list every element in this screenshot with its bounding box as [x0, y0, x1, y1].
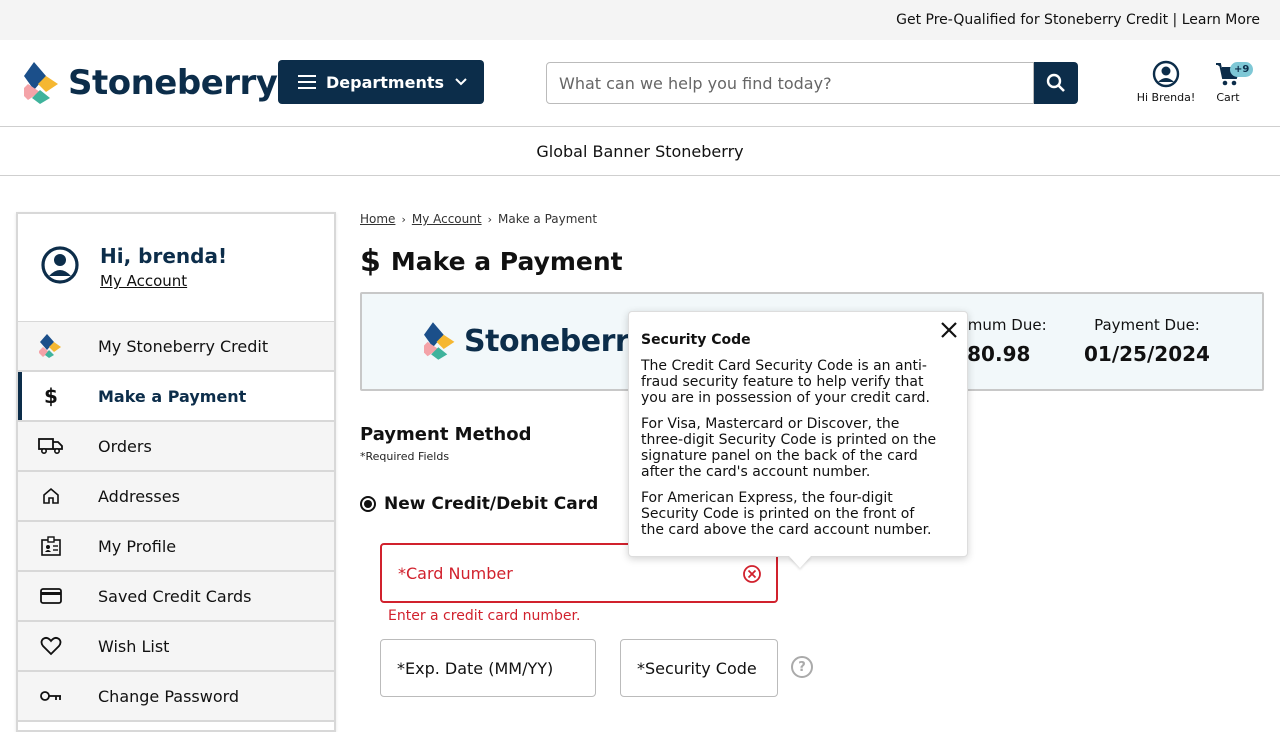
account-sidebar: Hi, brenda! My Account My Stoneberry Cre…	[16, 212, 336, 732]
dollar-icon: $	[44, 384, 58, 408]
cart-label: Cart	[1216, 91, 1240, 104]
site-header: Stoneberry Departments Hi Brenda! +9 Car…	[0, 40, 1280, 127]
menu-icon	[298, 75, 316, 89]
radio-selected-icon[interactable]	[360, 496, 376, 512]
greeting-panel: Hi, brenda! My Account	[18, 214, 334, 322]
my-account-link[interactable]: My Account	[100, 272, 187, 290]
payment-due: Payment Due: 01/25/2024	[1084, 316, 1210, 366]
promo-bar: Get Pre-Qualified for Stoneberry Credit …	[0, 0, 1280, 40]
dollar-icon: $	[360, 244, 381, 279]
sidebar-item-addresses[interactable]: Addresses	[18, 472, 334, 522]
chevron-down-icon	[455, 78, 467, 86]
stoneberry-logo-icon	[39, 334, 61, 358]
prequalify-link[interactable]: Get Pre-Qualified for Stoneberry Credit …	[896, 12, 1260, 28]
logo-mark-icon	[24, 62, 58, 104]
help-icon[interactable]: ?	[791, 656, 813, 678]
greeting-text: Hi, brenda!	[100, 244, 228, 268]
logo-wordmark: Stoneberry	[68, 63, 278, 103]
profile-card-icon	[41, 536, 61, 556]
security-code-tooltip: Security Code The Credit Card Security C…	[628, 311, 968, 568]
tooltip-title: Security Code	[641, 332, 751, 348]
cart-count-badge: +9	[1230, 62, 1254, 77]
tooltip-paragraph: For American Express, the four-digit Sec…	[641, 490, 932, 538]
breadcrumb-my-account[interactable]: My Account	[412, 212, 482, 226]
exp-date-label: *Exp. Date (MM/YY)	[397, 658, 554, 678]
tooltip-paragraph: For Visa, Mastercard or Discover, the th…	[641, 416, 937, 480]
payment-due-label: Payment Due:	[1094, 316, 1200, 334]
sidebar-item-label: My Profile	[98, 536, 177, 556]
new-card-label: New Credit/Debit Card	[384, 494, 599, 514]
search-button[interactable]	[1034, 62, 1078, 104]
home-icon	[43, 487, 59, 504]
user-circle-icon	[41, 246, 79, 284]
account-label: Hi Brenda!	[1136, 91, 1196, 104]
summary-logo-wordmark: Stoneberry	[464, 323, 649, 359]
breadcrumb-home[interactable]: Home	[360, 212, 395, 226]
sidebar-item-label: Make a Payment	[98, 386, 247, 406]
truck-icon	[38, 438, 63, 455]
sidebar-item-saved-cards[interactable]: Saved Credit Cards	[18, 572, 334, 622]
new-card-option[interactable]: New Credit/Debit Card	[360, 494, 598, 514]
sidebar-item-make-payment[interactable]: $ Make a Payment	[18, 372, 334, 422]
credit-card-icon	[40, 588, 62, 604]
error-icon	[743, 565, 761, 583]
sidebar-item-stoneberry-credit[interactable]: My Stoneberry Credit	[18, 322, 334, 372]
chevron-right-icon: ›	[401, 212, 406, 226]
sidebar-item-label: Orders	[98, 436, 152, 456]
sidebar-item-profile[interactable]: My Profile	[18, 522, 334, 572]
user-icon	[1152, 60, 1180, 88]
breadcrumb-current: Make a Payment	[497, 212, 598, 226]
payment-method-heading: Payment Method	[360, 424, 532, 445]
heart-icon	[40, 636, 62, 656]
breadcrumb: Home › My Account › Make a Payment	[360, 212, 597, 226]
card-number-error: Enter a credit card number.	[388, 608, 581, 624]
sidebar-item-label: Saved Credit Cards	[98, 586, 252, 606]
departments-label: Departments	[326, 72, 445, 92]
page-title: $ Make a Payment	[360, 244, 623, 279]
chevron-right-icon: ›	[487, 212, 492, 226]
summary-logo: Stoneberry	[424, 322, 649, 360]
card-number-label: *Card Number	[398, 563, 513, 583]
global-banner: Global Banner Stoneberry	[0, 127, 1280, 176]
required-fields-note: *Required Fields	[360, 450, 450, 463]
tooltip-paragraph: The Credit Card Security Code is an anti…	[641, 358, 930, 406]
account-menu[interactable]: Hi Brenda!	[1130, 60, 1202, 104]
page-title-text: Make a Payment	[390, 247, 623, 276]
departments-button[interactable]: Departments	[278, 60, 484, 104]
sidebar-item-orders[interactable]: Orders	[18, 422, 334, 472]
exp-date-field[interactable]: *Exp. Date (MM/YY)	[380, 639, 596, 697]
cart-button[interactable]: +9 Cart	[1206, 60, 1254, 104]
search-icon	[1046, 73, 1065, 92]
sidebar-item-wish-list[interactable]: Wish List	[18, 622, 334, 672]
sidebar-item-change-password[interactable]: Change Password	[18, 672, 334, 722]
security-code-field[interactable]: *Security Code	[620, 639, 778, 697]
search-input[interactable]	[546, 62, 1034, 104]
security-code-label: *Security Code	[637, 658, 757, 678]
key-icon	[40, 691, 61, 701]
sidebar-item-label: Change Password	[98, 686, 240, 706]
tooltip-arrow	[789, 556, 811, 568]
sidebar-item-label: Wish List	[98, 636, 170, 656]
payment-due-value: 01/25/2024	[1084, 342, 1210, 366]
stoneberry-logo[interactable]: Stoneberry	[24, 62, 278, 104]
logo-mark-icon	[424, 322, 455, 360]
sidebar-item-label: My Stoneberry Credit	[98, 336, 269, 356]
close-icon[interactable]	[939, 320, 959, 340]
sidebar-item-label: Addresses	[98, 486, 180, 506]
